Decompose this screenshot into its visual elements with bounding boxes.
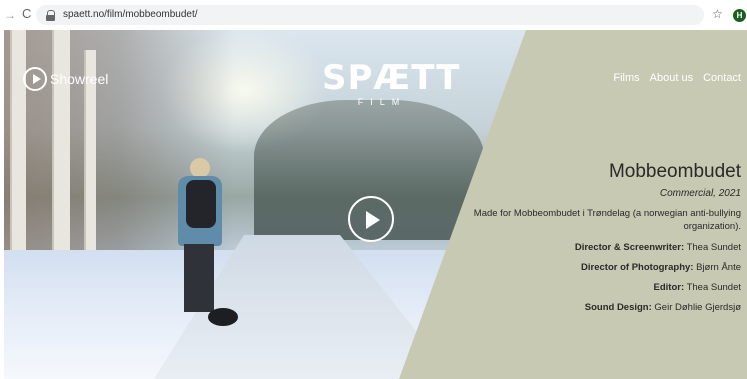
video-play-button[interactable] xyxy=(348,196,394,242)
profile-avatar[interactable]: H xyxy=(733,9,746,22)
showreel-label: Showreel xyxy=(50,71,109,87)
site-logo[interactable]: SPÆTT FILM xyxy=(322,58,461,110)
logo-wordmark: SPÆTT xyxy=(322,58,461,98)
nav-contact[interactable]: Contact xyxy=(703,72,741,84)
film-title: Mobbeombudet xyxy=(608,161,741,182)
sled xyxy=(208,308,238,326)
backpack xyxy=(186,180,216,228)
main-nav: Films About us Contact xyxy=(613,72,741,84)
reload-icon[interactable]: C xyxy=(22,7,31,21)
credit-dop: Director of Photography: Bjørn Ånte xyxy=(581,262,741,273)
bookmark-star-icon[interactable]: ☆ xyxy=(712,7,723,21)
film-info: Mobbeombudet Commercial, 2021 Made for M… xyxy=(441,160,741,321)
lock-icon xyxy=(46,10,55,21)
hero-section: Showreel SPÆTT FILM Films About us Conta… xyxy=(4,30,747,379)
nav-about-us[interactable]: About us xyxy=(650,72,693,84)
credit-director: Director & Screenwriter: Thea Sundet xyxy=(574,242,741,253)
address-bar[interactable]: spaett.no/film/mobbeombudet/ xyxy=(36,5,704,25)
credit-sound: Sound Design: Geir Døhlie Gjerdsjø xyxy=(584,302,741,313)
browser-toolbar: → C spaett.no/film/mobbeombudet/ ☆ H xyxy=(0,0,747,30)
credit-editor: Editor: Thea Sundet xyxy=(653,282,741,293)
film-description: Made for Mobbeombudet i Trøndelag (a nor… xyxy=(473,208,741,232)
nav-films[interactable]: Films xyxy=(613,72,639,84)
showreel-button[interactable]: Showreel xyxy=(23,66,108,92)
url-text: spaett.no/film/mobbeombudet/ xyxy=(63,9,198,20)
play-circle-icon xyxy=(23,67,47,91)
film-meta: Commercial, 2021 xyxy=(659,188,741,199)
forward-arrow-icon[interactable]: → xyxy=(4,8,16,22)
child-walking xyxy=(162,158,238,338)
